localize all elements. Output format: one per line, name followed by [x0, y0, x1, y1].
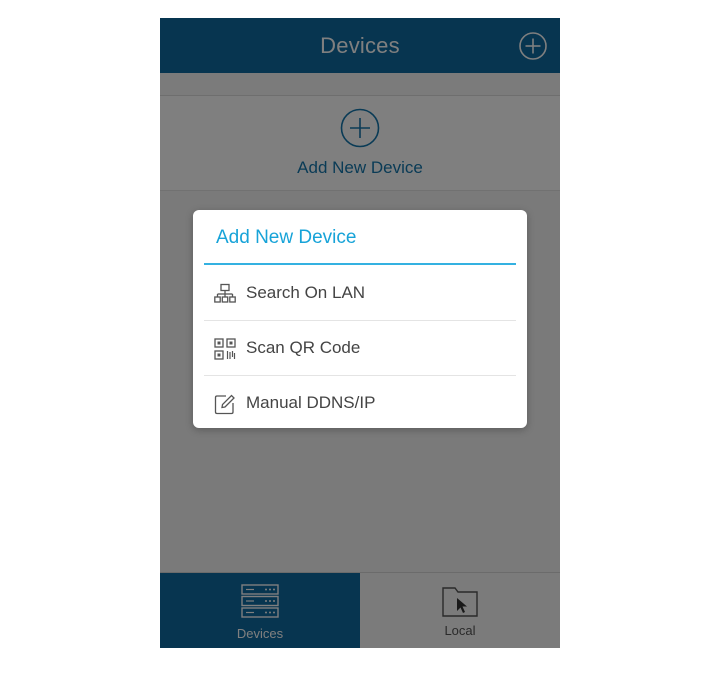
search-on-lan-label: Search On LAN	[246, 283, 366, 302]
scan-qr-code-option[interactable]: Scan QR Code	[204, 321, 516, 376]
dialog-title-divider	[204, 263, 516, 265]
search-on-lan-option[interactable]: Search On LAN	[204, 266, 516, 321]
add-device-dialog: Add New Device Search On LAN Scan QR Cod…	[193, 210, 527, 428]
edit-icon	[214, 394, 235, 415]
network-icon	[214, 283, 236, 303]
manual-ddns-ip-label: Manual DDNS/IP	[246, 393, 376, 412]
manual-ddns-ip-option[interactable]: Manual DDNS/IP	[204, 376, 516, 430]
qr-code-icon	[214, 338, 236, 360]
scan-qr-code-label: Scan QR Code	[246, 338, 361, 357]
dialog-title: Add New Device	[216, 227, 357, 248]
